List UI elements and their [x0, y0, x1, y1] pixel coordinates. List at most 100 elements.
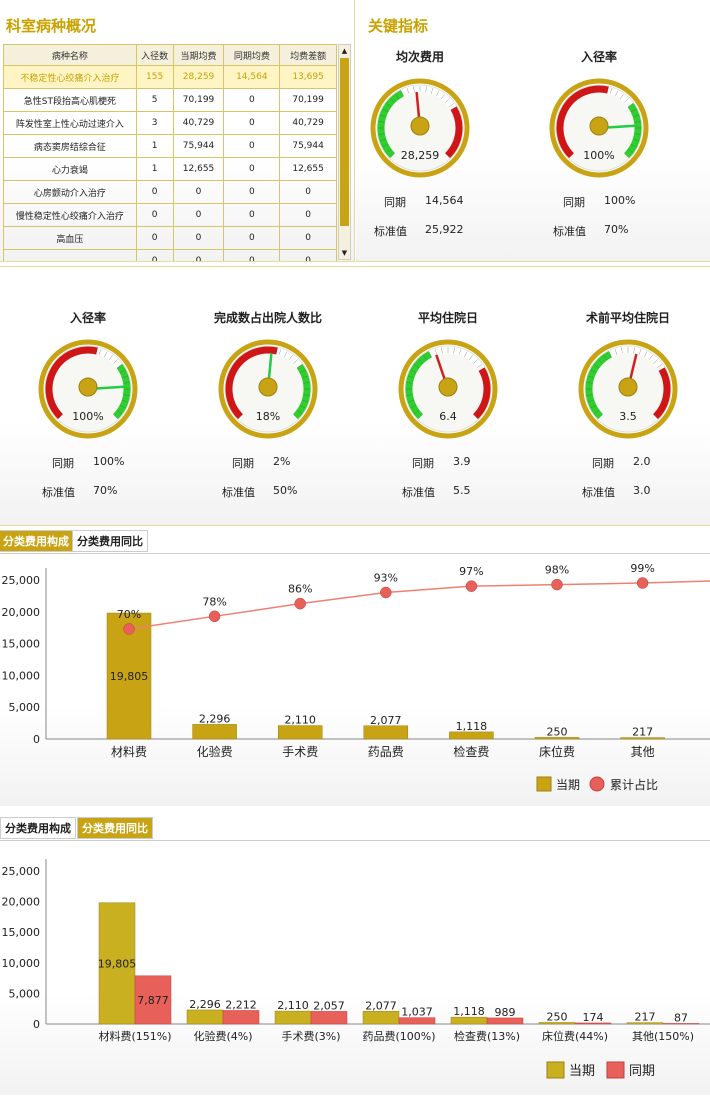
standard-label: 标准值: [582, 486, 615, 499]
table-header-cell[interactable]: 病种名称: [3, 44, 137, 66]
table-cell: 0: [223, 111, 281, 135]
table-cell: 1: [135, 157, 174, 181]
standard-label: 标准值: [222, 486, 255, 499]
table-row[interactable]: 0000: [3, 249, 337, 261]
table-cell: 13,695: [279, 65, 337, 89]
table-row[interactable]: 心房颤动介入治疗 0 0 0 0: [3, 180, 337, 204]
gauge-title: 术前平均住院日: [585, 311, 670, 325]
y-tick-label: 20,000: [2, 606, 41, 619]
table-cell: 心力衰竭: [3, 157, 137, 181]
bar-previous-label: 7,877: [137, 994, 169, 1007]
tab-composition[interactable]: 分类费用构成: [0, 530, 74, 552]
table-row[interactable]: 病态窦房结综合征 1 75,944 0 75,944: [3, 134, 337, 158]
table-cell: 0: [223, 249, 281, 261]
gauge-hub: [589, 116, 609, 136]
composition-chart-panel: 0 5,000 10,000 15,000 20,000 25,000 19,805 材料费 2…: [0, 553, 710, 806]
standard-label: 标准值: [402, 486, 435, 499]
bar-current-label: 2,296: [189, 998, 221, 1011]
table-cell: 心房颤动介入治疗: [3, 180, 137, 204]
table-cell: 急性ST段抬高心肌梗死: [3, 88, 137, 112]
table-header-cell[interactable]: 当期均费: [172, 44, 225, 66]
cumulative-pct-label: 78%: [202, 595, 226, 608]
table-row[interactable]: 不稳定性心绞痛介入治疗 155 28,259 14,564 13,695: [3, 65, 337, 89]
x-tick-label: 检查费(13%): [454, 1029, 520, 1043]
scroll-down-arrow-icon[interactable]: ▼: [339, 247, 350, 259]
table-row[interactable]: 阵发性室上性心动过速介入 3 40,729 0 40,729: [3, 111, 337, 135]
legend-label-previous: 同期: [629, 1064, 655, 1079]
bar-current: [449, 731, 494, 740]
tab-composition-2[interactable]: 分类费用构成: [0, 817, 76, 839]
table-cell: 0: [172, 180, 225, 204]
x-tick-label: 手术费(3%): [281, 1029, 340, 1043]
x-tick-label: 床位费: [539, 744, 575, 759]
bar-value-label: 217: [632, 726, 653, 739]
table-cell: 0: [279, 249, 337, 261]
gauge-value: 6.4: [439, 410, 457, 423]
x-tick-label: 药品费: [368, 745, 404, 759]
table-header-cell[interactable]: 同期均费: [223, 44, 281, 66]
bar-current: [363, 725, 409, 740]
bar-current: [450, 1016, 488, 1025]
cumulative-pct-label: 93%: [374, 572, 398, 585]
cumulative-pct-label: 86%: [288, 583, 312, 596]
table-cell: 155: [135, 65, 174, 89]
comparison-chart: 0 5,000 10,000 15,000 20,000 25,000 19,805 7,87…: [2, 859, 710, 1079]
x-tick-label: 其他: [631, 745, 655, 759]
x-tick-label: 检查费: [453, 744, 489, 759]
same-period-value: 2.0: [633, 455, 651, 468]
x-tick-label: 手术费: [282, 745, 318, 759]
gauge-dial: 18%: [218, 339, 318, 439]
same-period-label: 同期: [232, 457, 254, 470]
gauge-title: 入径率: [580, 50, 617, 64]
table-cell: 1: [135, 134, 174, 158]
table-cell: 0: [135, 180, 174, 204]
x-tick-label: 化验费: [197, 744, 233, 759]
scroll-thumb[interactable]: [340, 58, 349, 226]
bar-value-label: 19,805: [110, 670, 149, 683]
legend-swatch-cumulative: [589, 776, 605, 792]
same-period-value: 100%: [604, 194, 636, 207]
table-row[interactable]: 心力衰竭 1 12,655 0 12,655: [3, 157, 337, 181]
table-cell: 0: [135, 249, 174, 261]
y-tick-label: 0: [33, 1018, 40, 1031]
table-cell: 3: [135, 111, 174, 135]
gauge: 100%: [539, 68, 659, 188]
x-tick-label: 其他(150%): [632, 1030, 694, 1043]
legend-label-current: 当期: [569, 1064, 595, 1079]
table-cell: 12,655: [172, 157, 225, 181]
same-period-label: 同期: [384, 196, 406, 209]
table-cell: 28,259: [172, 65, 225, 89]
y-tick-label: 25,000: [2, 865, 41, 878]
x-tick-label: 床位费(44%): [542, 1029, 608, 1043]
standard-label: 标准值: [374, 225, 407, 238]
gauge-title: 均次费用: [395, 50, 444, 64]
cumulative-point: [294, 597, 306, 610]
bar-previous-label: 2,057: [313, 999, 345, 1012]
gauge-hub: [410, 116, 430, 136]
gauge: 6.4: [388, 329, 508, 449]
bar-value-label: 2,077: [370, 714, 402, 727]
tab-comparison[interactable]: 分类费用同比: [72, 530, 148, 552]
table-scrollbar[interactable]: ▲ ▼: [338, 44, 351, 260]
bar-current: [362, 1011, 400, 1025]
same-period-value: 3.9: [453, 455, 471, 468]
gauge-title: 完成数占出院人数比: [213, 311, 322, 325]
bar-value-label: 250: [547, 725, 568, 738]
table-header-cell[interactable]: 入径数: [135, 44, 174, 66]
table-row[interactable]: 慢性稳定性心绞痛介入治疗 0 0 0 0: [3, 203, 337, 227]
key-indicators-title: 关键指标: [368, 17, 429, 35]
tab-comparison-2[interactable]: 分类费用同比: [77, 817, 153, 839]
bar-current-label: 1,118: [453, 1005, 485, 1018]
table-header-cell[interactable]: 均费差额: [279, 44, 337, 66]
table-row[interactable]: 急性ST段抬高心肌梗死 5 70,199 0 70,199: [3, 88, 337, 112]
table-cell: 高血压: [3, 226, 137, 250]
standard-value: 5.5: [453, 484, 471, 497]
bar-current-label: 217: [635, 1011, 656, 1024]
table-cell: 慢性稳定性心绞痛介入治疗: [3, 203, 137, 227]
standard-value: 70%: [93, 484, 118, 497]
table-cell: 40,729: [279, 111, 337, 135]
bar-previous-label: 2,212: [225, 998, 257, 1011]
bar-current: [186, 1009, 224, 1025]
y-tick-label: 0: [33, 733, 40, 746]
table-row[interactable]: 高血压 0 0 0 0: [3, 226, 337, 250]
